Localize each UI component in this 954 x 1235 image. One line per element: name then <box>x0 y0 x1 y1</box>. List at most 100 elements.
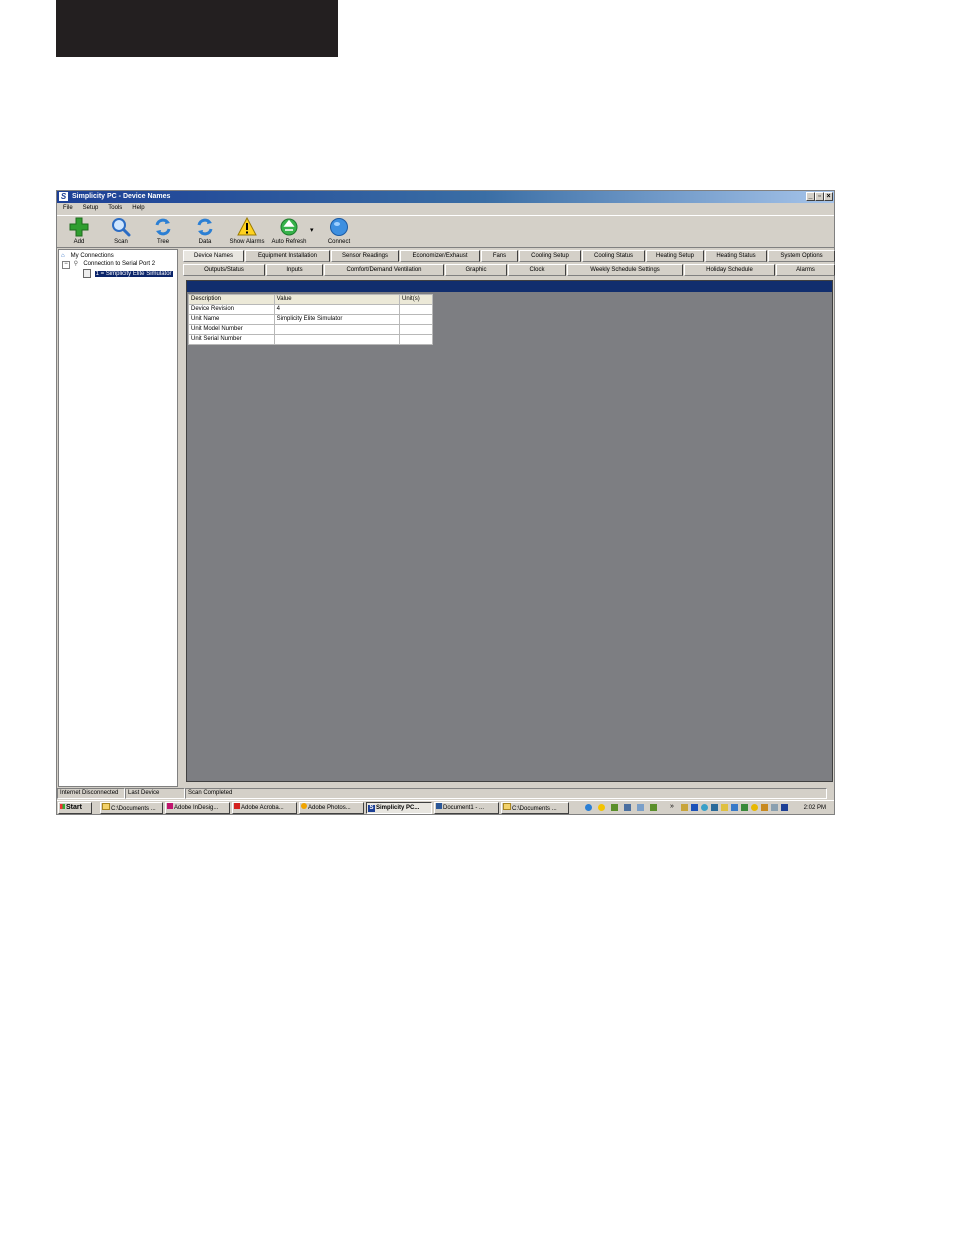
collapse-icon[interactable]: − <box>62 261 70 269</box>
col-header-value[interactable]: Value <box>273 294 401 305</box>
cell-description: Unit Model Number <box>188 324 275 335</box>
taskbar-clock[interactable]: 2:02 PM <box>804 803 826 813</box>
program-icon[interactable] <box>691 804 698 811</box>
tab-strip: Device Names Equipment Installation Sens… <box>183 249 835 279</box>
tab-heating-setup[interactable]: Heating Setup <box>646 250 704 262</box>
program-icon[interactable] <box>721 804 728 811</box>
program-icon[interactable] <box>611 804 618 811</box>
task-photoshop[interactable]: Adobe Photos... <box>299 802 364 814</box>
program-icon[interactable] <box>741 804 748 811</box>
content-panel: Description Value Unit(s) Device Revisio… <box>186 280 833 782</box>
status-bar: Internet Disconnected Last Device Scan C… <box>57 788 834 799</box>
desktop-icon[interactable] <box>637 804 644 811</box>
connections-tree[interactable]: ⌂ My Connections − ⚲ Connection to Seria… <box>58 249 178 787</box>
menu-file[interactable]: File <box>59 203 77 214</box>
recycle-icon <box>279 217 299 237</box>
table-row[interactable]: Unit Serial Number <box>188 334 433 345</box>
col-header-units[interactable]: Unit(s) <box>399 294 433 305</box>
col-header-description[interactable]: Description <box>188 294 275 305</box>
tab-heating-status[interactable]: Heating Status <box>705 250 767 262</box>
task-indesign[interactable]: Adobe InDesig... <box>165 802 230 814</box>
task-simplicity-pc[interactable]: S Simplicity PC... <box>366 802 432 814</box>
task-documents-1[interactable]: C:\Documents ... <box>100 802 163 814</box>
app-logo-icon: S <box>59 192 68 201</box>
program-icon[interactable] <box>771 804 778 811</box>
close-button[interactable]: × <box>824 192 833 201</box>
table-row[interactable]: Unit Model Number <box>188 324 433 335</box>
program-icon[interactable] <box>650 804 657 811</box>
menu-setup[interactable]: Setup <box>79 203 103 214</box>
add-button[interactable]: Add <box>59 217 99 247</box>
program-icon[interactable] <box>711 804 718 811</box>
auto-refresh-button[interactable]: Auto Refresh <box>269 217 309 247</box>
device-names-grid[interactable]: Description Value Unit(s) Device Revisio… <box>188 294 433 345</box>
task-acrobat[interactable]: Adobe Acroba... <box>232 802 297 814</box>
table-row[interactable]: Device Revision 4 <box>188 304 433 315</box>
menu-bar: File Setup Tools Help <box>57 203 834 214</box>
status-message: Scan Completed <box>185 788 827 799</box>
program-icon[interactable] <box>681 804 688 811</box>
simplicity-tray-icon[interactable] <box>781 804 788 811</box>
minimize-button[interactable]: _ <box>806 192 815 201</box>
program-icon[interactable] <box>761 804 768 811</box>
cell-units <box>399 304 433 315</box>
tree-item-device[interactable]: 1 = Simplicity Elite Simulator <box>83 269 173 278</box>
tab-sensor-readings[interactable]: Sensor Readings <box>331 250 399 262</box>
title-bar[interactable]: S Simplicity PC - Device Names _ ▫ × <box>57 191 834 203</box>
indesign-icon <box>167 803 173 809</box>
scan-button[interactable]: Scan <box>101 217 141 247</box>
tab-economizer-exhaust[interactable]: Economizer/Exhaust <box>400 250 480 262</box>
maximize-button[interactable]: ▫ <box>815 192 824 201</box>
port-icon: ⚲ <box>73 261 79 267</box>
cell-value[interactable]: 4 <box>273 304 401 315</box>
tree-button[interactable]: Tree <box>143 217 183 247</box>
tab-holiday-schedule[interactable]: Holiday Schedule <box>684 264 775 276</box>
cell-description: Unit Name <box>188 314 275 325</box>
tree-item-connection[interactable]: − ⚲ Connection to Serial Port 2 <box>62 260 155 269</box>
cell-value[interactable] <box>273 324 401 335</box>
table-row[interactable]: Unit Name Simplicity Elite Simulator <box>188 314 433 325</box>
menu-tools[interactable]: Tools <box>104 203 126 214</box>
cell-value[interactable]: Simplicity Elite Simulator <box>273 314 401 325</box>
tab-cooling-status[interactable]: Cooling Status <box>582 250 645 262</box>
tab-graphic[interactable]: Graphic <box>445 264 507 276</box>
show-alarms-button[interactable]: Show Alarms <box>227 216 267 247</box>
tab-system-options[interactable]: System Options <box>768 250 835 262</box>
tab-clock[interactable]: Clock <box>508 264 566 276</box>
tray-chevron[interactable]: » <box>670 802 674 812</box>
connect-button[interactable]: Connect <box>319 217 359 247</box>
tab-fans[interactable]: Fans <box>481 250 518 262</box>
tab-equipment-installation[interactable]: Equipment Installation <box>245 250 330 262</box>
program-icon[interactable] <box>624 804 631 811</box>
device-icon <box>83 269 91 278</box>
tab-weekly-schedule-settings[interactable]: Weekly Schedule Settings <box>567 264 683 276</box>
task-document1[interactable]: Document1 - ... <box>434 802 499 814</box>
acrobat-icon <box>234 803 240 809</box>
ie-icon[interactable] <box>585 804 592 811</box>
tab-comfort-demand-ventilation[interactable]: Comfort/Demand Ventilation <box>324 264 444 276</box>
task-documents-2[interactable]: C:\Documents ... <box>501 802 569 814</box>
cell-units <box>399 314 433 325</box>
auto-refresh-dropdown[interactable]: ▾ <box>310 226 314 234</box>
tab-outputs-status[interactable]: Outputs/Status <box>183 264 265 276</box>
cell-units <box>399 324 433 335</box>
program-icon[interactable] <box>731 804 738 811</box>
magnifier-icon <box>111 217 131 237</box>
start-button[interactable]: Start <box>58 802 92 814</box>
menu-help[interactable]: Help <box>128 203 148 214</box>
tab-device-names[interactable]: Device Names <box>183 250 244 262</box>
folder-icon <box>503 803 511 810</box>
cell-value[interactable] <box>273 334 401 345</box>
tab-cooling-setup[interactable]: Cooling Setup <box>519 250 581 262</box>
grid-header-row: Description Value Unit(s) <box>188 294 433 305</box>
tab-alarms[interactable]: Alarms <box>776 264 835 276</box>
data-button[interactable]: Data <box>185 217 225 247</box>
media-icon[interactable] <box>598 804 605 811</box>
program-icon[interactable] <box>751 804 758 811</box>
tab-inputs[interactable]: Inputs <box>266 264 323 276</box>
refresh-icon <box>153 217 173 237</box>
content-header-strip <box>187 281 832 292</box>
program-icon[interactable] <box>701 804 708 811</box>
tree-item-root[interactable]: ⌂ My Connections <box>61 252 114 260</box>
windows-logo-icon <box>60 804 65 809</box>
